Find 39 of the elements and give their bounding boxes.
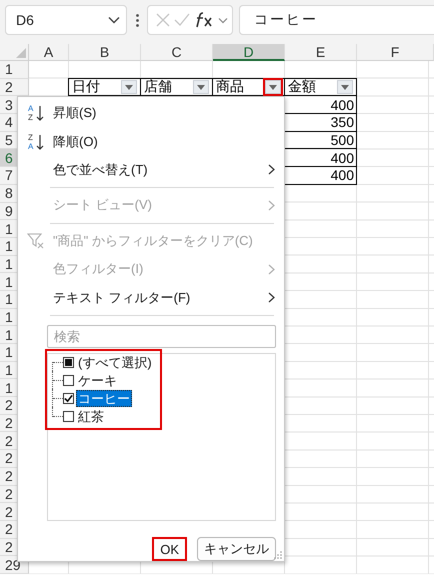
column-header[interactable]: B	[69, 44, 141, 61]
row-header[interactable]: 1	[0, 61, 29, 79]
list-item[interactable]: (すべて選択)	[76, 354, 154, 371]
filter-button[interactable]	[265, 80, 281, 94]
table-header: 店舗	[140, 78, 213, 96]
chevron-icon[interactable]	[218, 16, 228, 24]
column-header[interactable]: F	[357, 44, 434, 61]
table-header: 日付	[68, 78, 141, 96]
search-field[interactable]: 検索	[47, 324, 276, 348]
checkbox[interactable]	[63, 410, 74, 422]
checkbox[interactable]	[63, 356, 74, 368]
resize-grip-icon[interactable]	[274, 551, 282, 559]
more-icon[interactable]	[136, 14, 138, 26]
list-item[interactable]: 紅茶	[76, 408, 106, 425]
table-header: 金額	[284, 78, 357, 96]
column-header[interactable]: E	[285, 44, 357, 61]
filter-button[interactable]	[337, 80, 353, 94]
name-box[interactable]: D6	[5, 5, 127, 35]
formula-field[interactable]: コーヒー	[239, 5, 434, 35]
dropdown-arrow-icon	[269, 84, 277, 90]
dropdown-arrow-icon	[125, 84, 133, 90]
filter-button[interactable]	[121, 80, 137, 94]
column-header[interactable]: C	[141, 44, 213, 61]
ok-button[interactable]: OK	[152, 537, 187, 562]
function-icon[interactable]	[194, 12, 214, 28]
list-item[interactable]: コーヒー	[76, 390, 132, 407]
checkbox[interactable]	[63, 374, 74, 386]
clear-filter-icon	[27, 232, 45, 249]
list-item[interactable]: ケーキ	[76, 372, 119, 389]
dropdown-arrow-icon	[197, 84, 205, 90]
column-header[interactable]: A	[29, 44, 69, 61]
table-header: 商品	[212, 78, 285, 96]
column-header[interactable]: D	[213, 44, 285, 61]
row-header[interactable]: 2	[0, 78, 29, 96]
chevron-icon	[108, 16, 120, 24]
filter-button[interactable]	[193, 80, 209, 94]
dropdown-arrow-icon	[341, 84, 349, 90]
cancel-button[interactable]: キャンセル	[197, 537, 276, 562]
checkbox[interactable]	[63, 392, 74, 404]
